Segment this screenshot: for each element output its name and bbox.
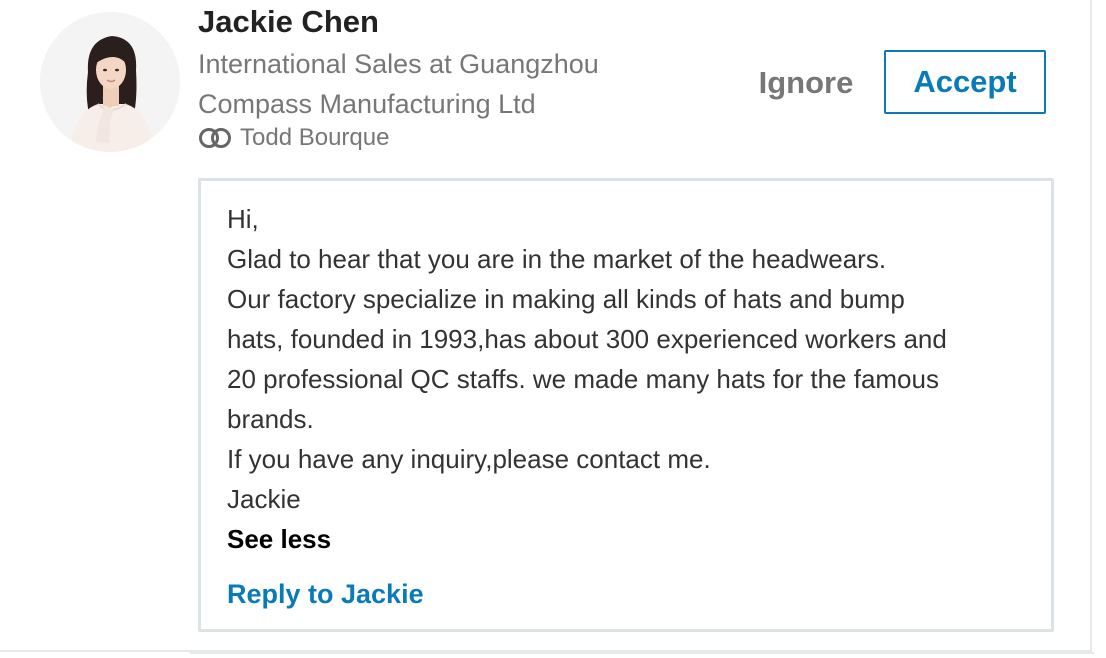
- message-line: Hi,: [227, 204, 259, 234]
- mutual-connection[interactable]: Todd Bourque: [198, 122, 389, 154]
- message-line: brands.: [227, 404, 314, 434]
- message-box: Hi, Glad to hear that you are in the mar…: [198, 178, 1054, 632]
- accept-button[interactable]: Accept: [884, 50, 1046, 114]
- message-line: hats, founded in 1993,has about 300 expe…: [227, 324, 947, 354]
- mutual-connection-name: Todd Bourque: [240, 124, 390, 151]
- profile-photo: [40, 12, 180, 152]
- ignore-button[interactable]: Ignore: [752, 58, 860, 108]
- message-line: 20 professional QC staffs. we made many …: [227, 364, 939, 394]
- profile-avatar[interactable]: [40, 12, 180, 152]
- mutual-connections-icon: [199, 128, 231, 148]
- message-line: Glad to hear that you are in the market …: [227, 244, 887, 274]
- message-line: Our factory specialize in making all kin…: [227, 284, 905, 314]
- message-body: Hi, Glad to hear that you are in the mar…: [227, 199, 1027, 519]
- message-line: If you have any inquiry,please contact m…: [227, 444, 711, 474]
- message-line: Jackie: [227, 484, 301, 514]
- reply-link[interactable]: Reply to Jackie: [227, 574, 424, 614]
- see-less-link[interactable]: See less: [227, 519, 331, 559]
- sender-headline: International Sales at Guangzhou Compass…: [198, 49, 599, 119]
- invitation-card: Jackie Chen International Sales at Guang…: [0, 0, 1092, 652]
- sender-name[interactable]: Jackie Chen: [198, 4, 379, 40]
- divider: [190, 652, 1094, 654]
